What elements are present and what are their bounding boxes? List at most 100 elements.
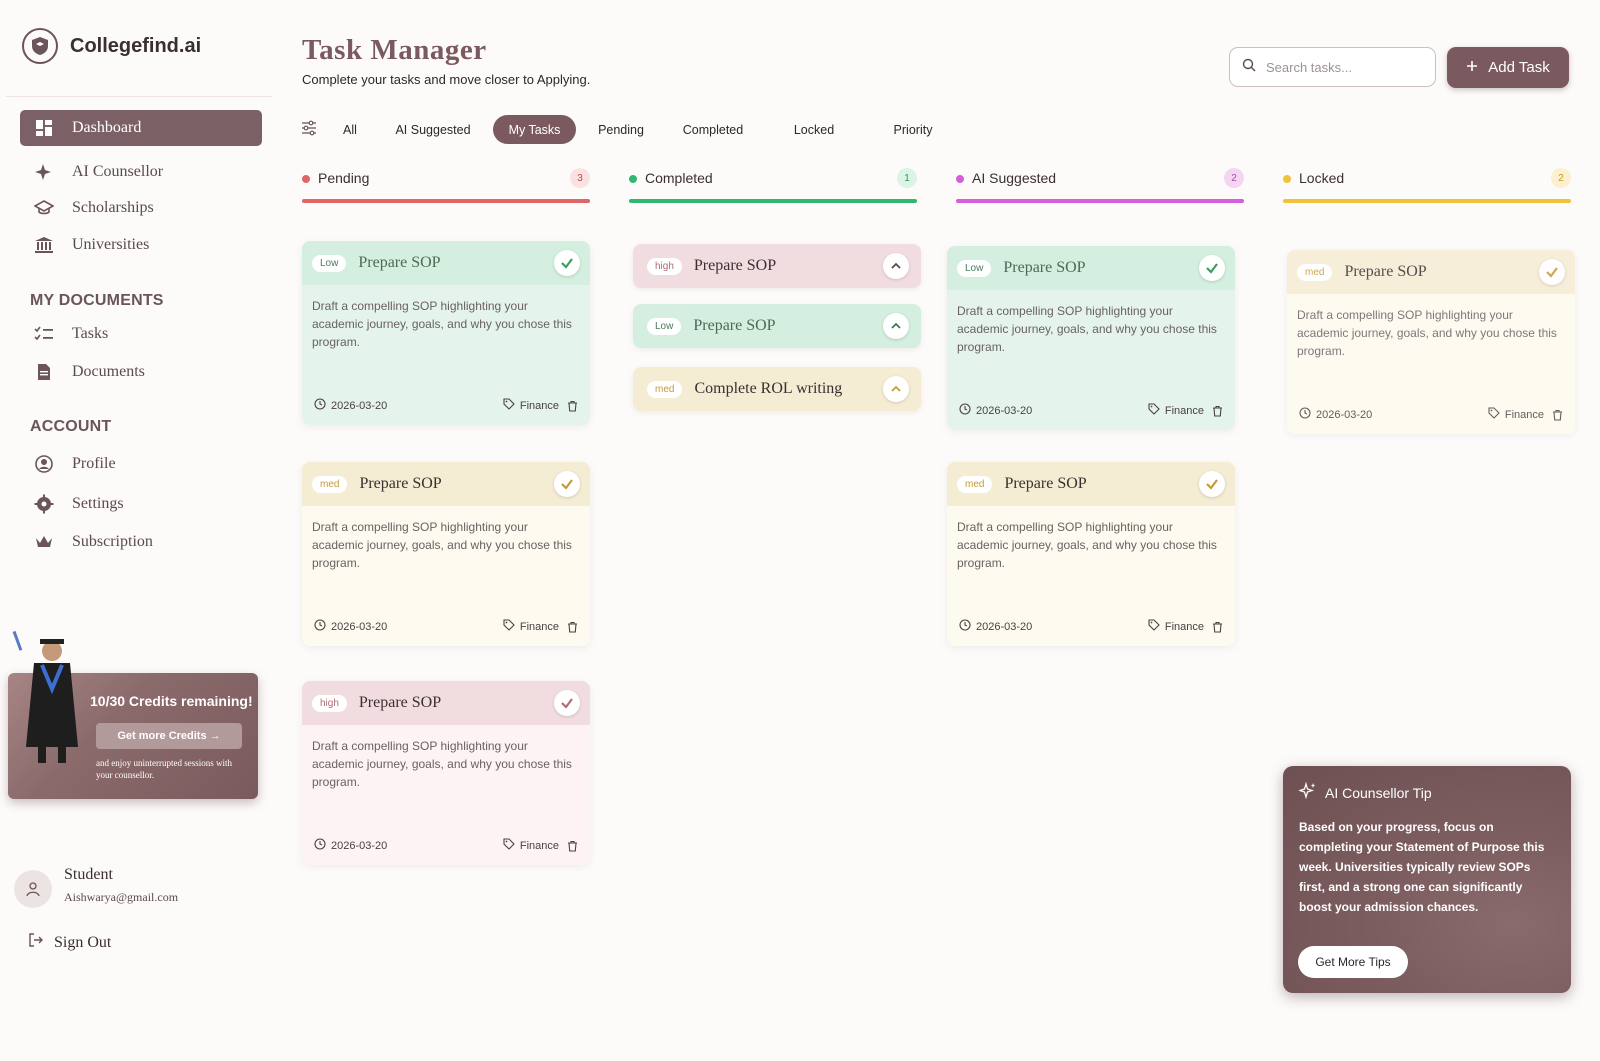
check-icon[interactable] bbox=[554, 690, 580, 716]
sidebar-item-label: Profile bbox=[72, 455, 116, 472]
task-title: Prepare SOP bbox=[1004, 475, 1087, 492]
trash-icon[interactable] bbox=[1212, 405, 1223, 417]
priority-badge: Low bbox=[957, 259, 992, 277]
status-dot bbox=[956, 175, 964, 183]
check-icon[interactable] bbox=[1199, 255, 1225, 281]
sparkles-icon bbox=[1297, 781, 1317, 803]
task-card[interactable]: high Prepare SOP Draft a compelling SOP … bbox=[302, 681, 590, 865]
priority-badge: high bbox=[647, 257, 682, 275]
task-tag: Finance bbox=[1164, 620, 1204, 633]
priority-badge: high bbox=[312, 694, 347, 712]
trash-icon[interactable] bbox=[567, 840, 578, 852]
tab-pending[interactable]: Pending bbox=[588, 115, 654, 144]
priority-badge: Low bbox=[312, 254, 347, 272]
task-date: 2026-03-20 bbox=[331, 399, 388, 412]
task-tag: Finance bbox=[519, 399, 559, 412]
gear-icon bbox=[34, 494, 54, 514]
task-description: Draft a compelling SOP highlighting your… bbox=[957, 520, 1217, 570]
tab-priority[interactable]: Priority bbox=[879, 115, 947, 144]
brand-name: Collegefind.ai bbox=[70, 34, 202, 57]
add-task-button[interactable]: Add Task bbox=[1447, 47, 1569, 88]
column-header-ai-suggested: AI Suggested 2 bbox=[956, 168, 1244, 206]
graduate-illustration bbox=[12, 630, 78, 763]
column-header-completed: Completed 1 bbox=[629, 168, 917, 206]
sidebar-item-scholarships[interactable]: Scholarships bbox=[20, 190, 262, 226]
clock-icon bbox=[959, 619, 971, 634]
tab-all[interactable]: All bbox=[333, 115, 367, 144]
tab-ai-suggested[interactable]: AI Suggested bbox=[384, 115, 482, 144]
plus-icon bbox=[1466, 59, 1478, 76]
sign-out-label: Sign Out bbox=[54, 933, 112, 951]
get-more-credits-button[interactable]: Get more Credits → bbox=[96, 723, 242, 749]
task-description: Draft a compelling SOP highlighting your… bbox=[312, 739, 572, 789]
trash-icon[interactable] bbox=[1212, 621, 1223, 633]
clock-icon bbox=[314, 838, 326, 853]
task-card[interactable]: Low Prepare SOP Draft a compelling SOP h… bbox=[947, 246, 1235, 430]
chevron-up-icon[interactable] bbox=[883, 313, 909, 339]
search-input[interactable] bbox=[1266, 59, 1416, 75]
sidebar-item-ai-counsellor[interactable]: AI Counsellor bbox=[20, 154, 262, 190]
chevron-up-icon[interactable] bbox=[883, 376, 909, 402]
task-card[interactable]: med Prepare SOP Draft a compelling SOP h… bbox=[1287, 250, 1575, 434]
task-title: Prepare SOP bbox=[358, 694, 442, 711]
brand[interactable]: Collegefind.ai bbox=[22, 28, 201, 64]
completed-task-item[interactable]: high Prepare SOP bbox=[633, 244, 921, 288]
tag-icon bbox=[1148, 403, 1160, 418]
tip-text: Based on your progress, focus on complet… bbox=[1299, 820, 1545, 914]
credits-remaining: 10/30 Credits remaining! bbox=[90, 693, 253, 709]
task-date: 2026-03-20 bbox=[976, 620, 1033, 633]
task-title: Prepare SOP bbox=[693, 317, 776, 334]
sidebar-item-universities[interactable]: Universities bbox=[20, 227, 262, 263]
page-subtitle: Complete your tasks and move closer to A… bbox=[302, 72, 591, 87]
status-dot bbox=[1283, 175, 1291, 183]
task-title: Prepare SOP bbox=[693, 257, 777, 274]
trash-icon[interactable] bbox=[567, 400, 578, 412]
check-icon[interactable] bbox=[554, 471, 580, 497]
trash-icon[interactable] bbox=[1552, 409, 1563, 421]
sidebar-item-documents[interactable]: Documents bbox=[20, 354, 262, 390]
task-card[interactable]: Low Prepare SOP Draft a compelling SOP h… bbox=[302, 241, 590, 425]
search-icon bbox=[1242, 58, 1256, 77]
column-label: Completed bbox=[645, 170, 713, 186]
column-header-pending: Pending 3 bbox=[302, 168, 590, 206]
check-icon[interactable] bbox=[1199, 471, 1225, 497]
user-profile[interactable]: Student Aishwarya@gmail.com bbox=[14, 866, 178, 908]
sidebar-item-dashboard[interactable]: Dashboard bbox=[20, 110, 262, 146]
tip-title: AI Counsellor Tip bbox=[1325, 784, 1432, 801]
search-box[interactable] bbox=[1229, 47, 1436, 87]
task-tag: Finance bbox=[519, 839, 559, 852]
status-dot bbox=[629, 175, 637, 183]
column-bar bbox=[1283, 199, 1571, 203]
sidebar-item-settings[interactable]: Settings bbox=[20, 486, 262, 522]
check-icon[interactable] bbox=[554, 250, 580, 276]
tab-completed[interactable]: Completed bbox=[671, 115, 755, 144]
task-card[interactable]: med Prepare SOP Draft a compelling SOP h… bbox=[947, 462, 1235, 646]
check-icon[interactable] bbox=[1539, 259, 1565, 285]
tag-icon bbox=[1148, 619, 1160, 634]
sidebar-item-tasks[interactable]: Tasks bbox=[20, 316, 262, 352]
task-description: Draft a compelling SOP highlighting your… bbox=[312, 520, 572, 570]
completed-task-item[interactable]: Low Prepare SOP bbox=[633, 304, 921, 348]
sign-out-button[interactable]: Sign Out bbox=[28, 932, 111, 953]
tab-locked[interactable]: Locked bbox=[779, 115, 849, 144]
section-heading-account: ACCOUNT bbox=[30, 418, 112, 435]
column-count: 3 bbox=[570, 168, 590, 188]
page-title: Task Manager bbox=[302, 34, 487, 66]
completed-task-item[interactable]: med Complete ROL writing bbox=[633, 367, 921, 411]
trash-icon[interactable] bbox=[567, 621, 578, 633]
task-date: 2026-03-20 bbox=[331, 839, 388, 852]
filter-sliders-icon[interactable] bbox=[300, 119, 318, 137]
column-count: 1 bbox=[897, 168, 917, 188]
get-more-tips-button[interactable]: Get More Tips bbox=[1298, 946, 1408, 978]
column-bar bbox=[956, 199, 1244, 203]
sidebar-item-subscription[interactable]: Subscription bbox=[20, 524, 262, 560]
tab-my-tasks[interactable]: My Tasks bbox=[493, 115, 576, 144]
priority-badge: Low bbox=[647, 317, 682, 335]
sidebar-item-profile[interactable]: Profile bbox=[20, 446, 262, 482]
chevron-up-icon[interactable] bbox=[883, 253, 909, 279]
tag-icon bbox=[503, 838, 515, 853]
column-bar bbox=[302, 199, 590, 203]
task-title: Prepare SOP bbox=[1344, 263, 1427, 280]
graduation-cap-icon bbox=[34, 198, 54, 218]
task-card[interactable]: med Prepare SOP Draft a compelling SOP h… bbox=[302, 462, 590, 646]
